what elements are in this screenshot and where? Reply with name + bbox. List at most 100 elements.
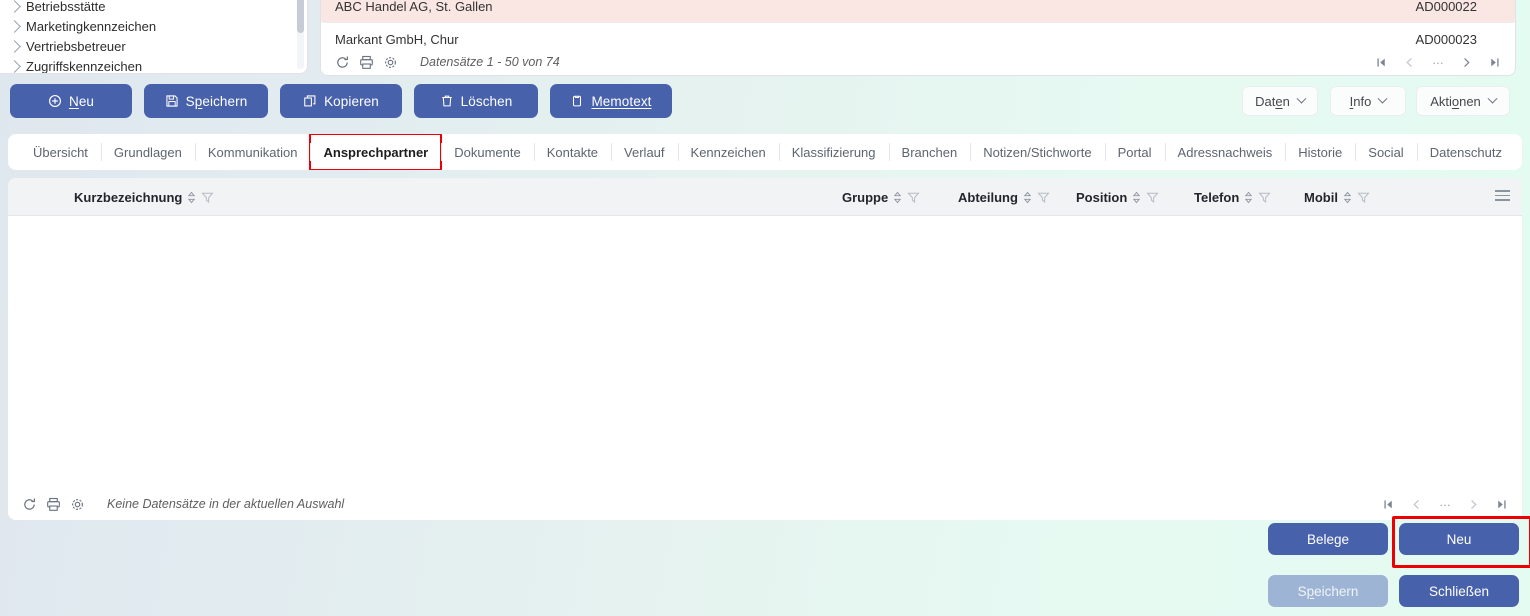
tab-ansprechpartner[interactable]: Ansprechpartner xyxy=(309,134,443,170)
new-button[interactable]: Neu xyxy=(10,84,132,118)
tab-label: Übersicht xyxy=(33,144,88,160)
info-menu-button[interactable]: Info xyxy=(1330,86,1406,116)
tree-item-betriebsstaette[interactable]: Betriebsstätte xyxy=(0,0,307,16)
record-list-footer: Datensätze 1 - 50 von 74 xyxy=(321,49,1515,75)
grid-body-empty xyxy=(8,216,1522,488)
filter-icon[interactable] xyxy=(1258,191,1271,204)
sort-icon[interactable] xyxy=(1343,191,1352,204)
record-list-panel: ABC Handel AG, St. Gallen AD000022 Marka… xyxy=(320,0,1516,76)
tab-label: Dokumente xyxy=(454,144,521,160)
tab-kennzeichen[interactable]: Kennzeichen xyxy=(677,134,779,170)
save-bottom-button-label: Speichern xyxy=(1297,583,1359,599)
more-pages-icon[interactable] xyxy=(1431,56,1445,69)
copy-button[interactable]: Kopieren xyxy=(280,84,402,118)
tab-uebersicht[interactable]: Übersicht xyxy=(20,134,101,170)
column-header-position[interactable]: Position xyxy=(1076,178,1159,216)
tab-label: Verlauf xyxy=(624,144,665,160)
tree-item-vertriebsbetreuer[interactable]: Vertriebsbetreuer xyxy=(0,36,307,56)
tab-klassifizierung[interactable]: Klassifizierung xyxy=(778,134,889,170)
tab-grundlagen[interactable]: Grundlagen xyxy=(100,134,195,170)
print-icon[interactable] xyxy=(359,55,374,70)
last-page-icon[interactable] xyxy=(1488,56,1501,69)
memotext-button-label: Memotext xyxy=(591,93,652,109)
sort-icon[interactable] xyxy=(1132,191,1141,204)
tab-verlauf[interactable]: Verlauf xyxy=(611,134,677,170)
next-page-icon[interactable] xyxy=(1460,56,1473,69)
main-toolbar: Neu Speichern Kopieren Löschen Memotext … xyxy=(0,84,1530,120)
column-label: Abteilung xyxy=(958,189,1018,205)
column-header-mobil[interactable]: Mobil xyxy=(1304,178,1370,216)
tree-scrollbar-thumb[interactable] xyxy=(297,0,304,33)
save-button-label: Speichern xyxy=(185,93,248,109)
grid-pager xyxy=(1382,498,1508,511)
tab-label: Grundlagen xyxy=(113,144,182,160)
gear-icon[interactable] xyxy=(383,55,398,70)
navigation-tree-panel: Betriebsstätte Marketingkennzeichen Vert… xyxy=(0,0,308,74)
tree-item-zugriffskennzeichen[interactable]: Zugriffskennzeichen xyxy=(0,56,307,74)
delete-button[interactable]: Löschen xyxy=(414,84,538,118)
refresh-icon[interactable] xyxy=(22,497,37,512)
tab-label: Historie xyxy=(1298,144,1343,160)
memo-icon xyxy=(570,94,584,108)
tree-item-label: Zugriffskennzeichen xyxy=(26,58,143,74)
more-pages-icon[interactable] xyxy=(1438,498,1452,511)
copy-button-label: Kopieren xyxy=(324,93,379,109)
column-label: Gruppe xyxy=(842,189,889,205)
tab-adressnachweis[interactable]: Adressnachweis xyxy=(1164,134,1286,170)
aktionen-menu-button[interactable]: Aktionen xyxy=(1416,86,1510,116)
chevron-right-icon[interactable] xyxy=(8,0,21,13)
tree-scrollbar[interactable] xyxy=(297,0,304,69)
save-bottom-button[interactable]: Speichern xyxy=(1268,575,1388,607)
refresh-icon[interactable] xyxy=(335,55,350,70)
gear-icon[interactable] xyxy=(70,497,85,512)
previous-page-icon[interactable] xyxy=(1410,498,1423,511)
column-header-telefon[interactable]: Telefon xyxy=(1194,178,1271,216)
filter-icon[interactable] xyxy=(1037,191,1050,204)
tab-dokumente[interactable]: Dokumente xyxy=(441,134,533,170)
sort-icon[interactable] xyxy=(1244,191,1253,204)
aktionen-menu-label: Aktionen xyxy=(1430,93,1481,109)
last-page-icon[interactable] xyxy=(1495,498,1508,511)
filter-icon[interactable] xyxy=(1146,191,1159,204)
tab-datenschutz[interactable]: Datenschutz xyxy=(1416,134,1515,170)
chevron-right-icon[interactable] xyxy=(8,39,21,53)
daten-menu-button[interactable]: Daten xyxy=(1242,86,1318,116)
new-contact-button[interactable]: Neu xyxy=(1392,516,1530,568)
record-name: Markant GmbH, Chur xyxy=(335,31,459,47)
column-header-gruppe[interactable]: Gruppe xyxy=(842,178,920,216)
tab-social[interactable]: Social xyxy=(1355,134,1416,170)
first-page-icon[interactable] xyxy=(1382,498,1395,511)
record-count-status: Datensätze 1 - 50 von 74 xyxy=(420,55,560,69)
chevron-right-icon[interactable] xyxy=(8,19,21,33)
tab-portal[interactable]: Portal xyxy=(1104,134,1165,170)
save-button[interactable]: Speichern xyxy=(144,84,268,118)
tree-item-marketingkennzeichen[interactable]: Marketingkennzeichen xyxy=(0,16,307,36)
tab-kontakte[interactable]: Kontakte xyxy=(533,134,611,170)
sort-icon[interactable] xyxy=(187,191,196,204)
column-header-abteilung[interactable]: Abteilung xyxy=(958,178,1050,216)
column-label: Position xyxy=(1076,189,1128,205)
tab-notizen-stichworte[interactable]: Notizen/Stichworte xyxy=(970,134,1104,170)
record-row-selected[interactable]: ABC Handel AG, St. Gallen AD000022 xyxy=(321,0,1515,22)
top-clipped-region: Betriebsstätte Marketingkennzeichen Vert… xyxy=(0,0,1530,78)
filter-icon[interactable] xyxy=(907,191,920,204)
grid-footer: Keine Datensätze in der aktuellen Auswah… xyxy=(8,488,1522,520)
previous-page-icon[interactable] xyxy=(1403,56,1416,69)
tree-item-label: Vertriebsbetreuer xyxy=(26,38,126,54)
close-button[interactable]: Schließen xyxy=(1399,575,1519,607)
filter-icon[interactable] xyxy=(201,191,214,204)
tab-branchen[interactable]: Branchen xyxy=(888,134,971,170)
hamburger-icon[interactable] xyxy=(1495,190,1510,201)
print-icon[interactable] xyxy=(46,497,61,512)
column-header-kurzbezeichnung[interactable]: Kurzbezeichnung xyxy=(74,178,214,216)
memotext-button[interactable]: Memotext xyxy=(550,84,672,118)
first-page-icon[interactable] xyxy=(1375,56,1388,69)
chevron-right-icon[interactable] xyxy=(8,59,21,73)
tab-kommunikation[interactable]: Kommunikation xyxy=(194,134,311,170)
next-page-icon[interactable] xyxy=(1467,498,1480,511)
tab-historie[interactable]: Historie xyxy=(1285,134,1355,170)
belege-button[interactable]: Belege xyxy=(1268,523,1388,555)
sort-icon[interactable] xyxy=(1023,191,1032,204)
filter-icon[interactable] xyxy=(1357,191,1370,204)
sort-icon[interactable] xyxy=(893,191,902,204)
